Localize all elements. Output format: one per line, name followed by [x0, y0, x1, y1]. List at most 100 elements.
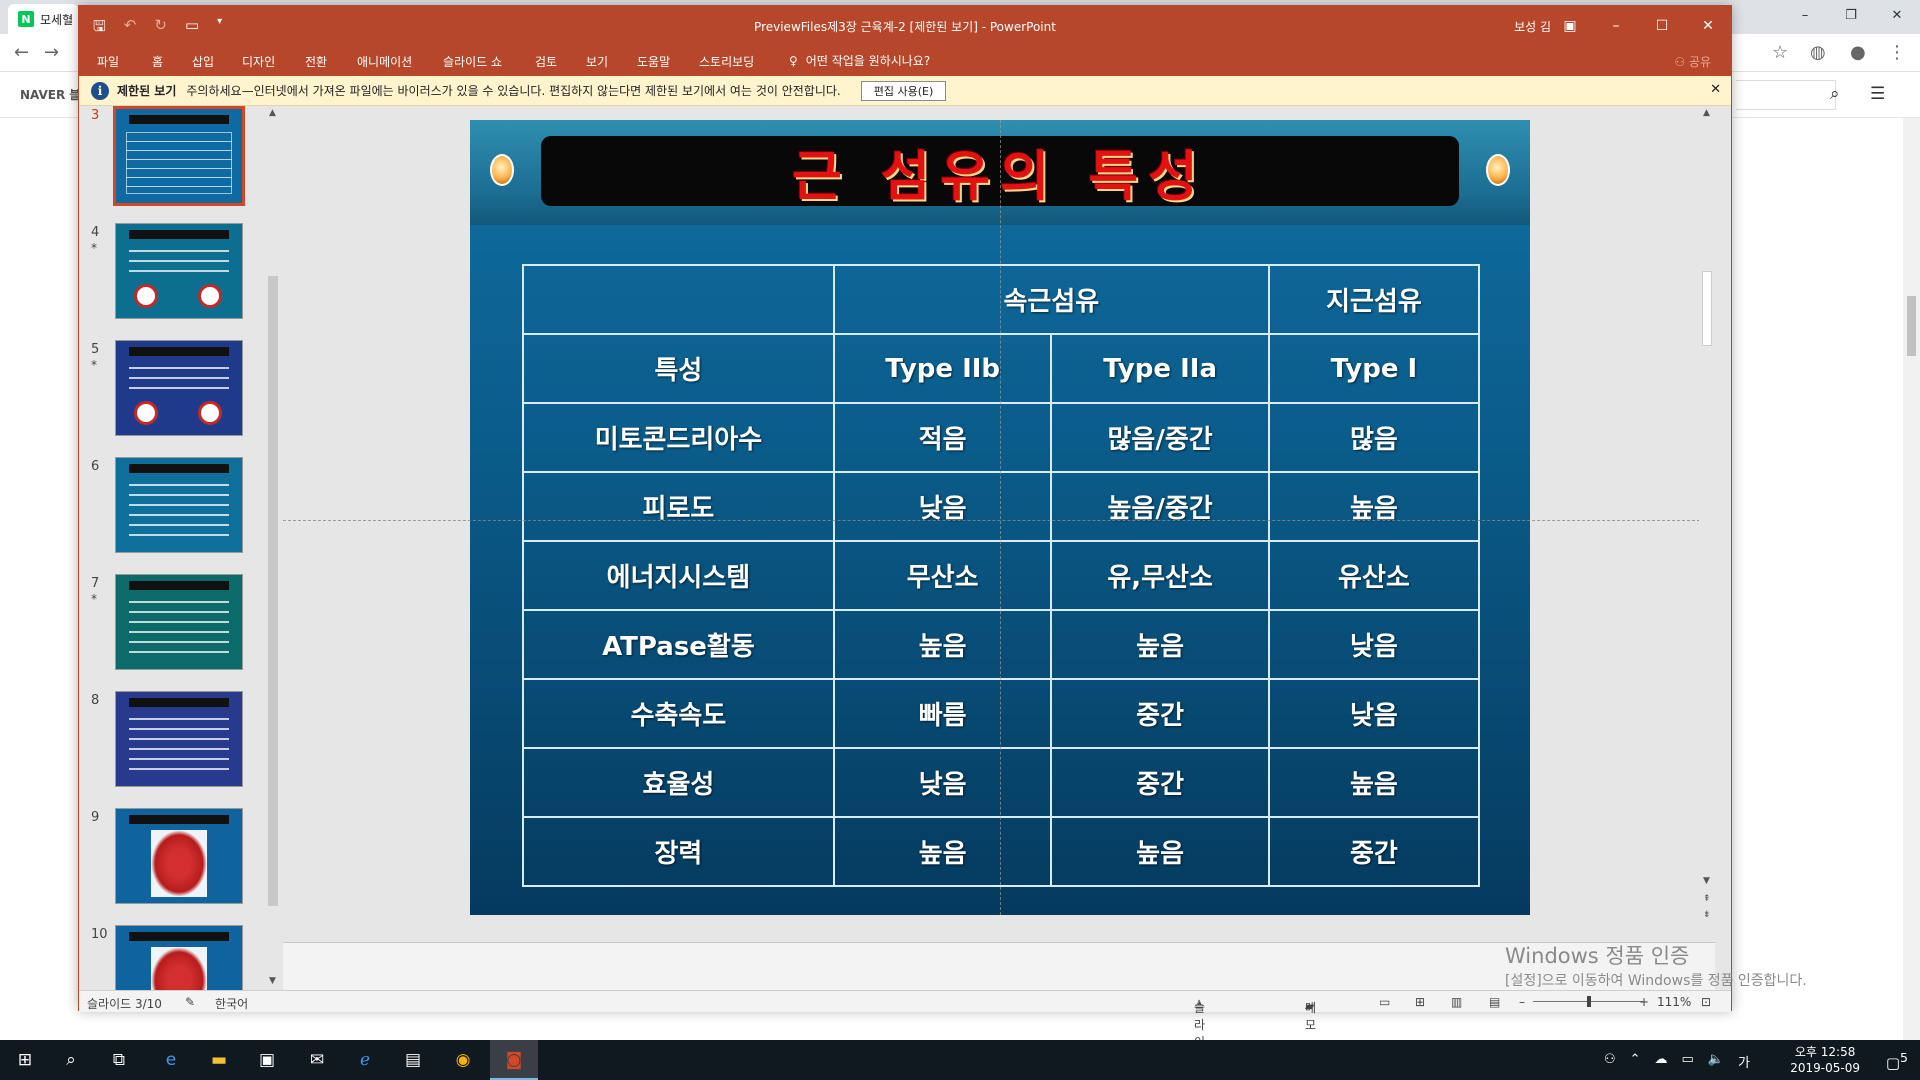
search-icon[interactable]: ⌕	[1830, 84, 1840, 104]
table-cell: 중간	[1267, 816, 1481, 887]
tab-design[interactable]: 디자인	[242, 53, 275, 70]
slide-thumbnail[interactable]	[115, 691, 243, 787]
show-hidden-icons-icon[interactable]: ⌃	[1630, 1052, 1641, 1071]
previous-slide-icon[interactable]: ⇞	[1703, 894, 1711, 904]
ime-indicator[interactable]: 가	[1738, 1052, 1750, 1071]
page-scrollbar[interactable]	[1903, 118, 1920, 1040]
fit-to-window-icon[interactable]: ⊡	[1701, 995, 1711, 1009]
notepad-icon[interactable]: ▤	[400, 1048, 426, 1072]
close-button[interactable]: ✕	[1685, 6, 1731, 46]
close-message-icon[interactable]: ✕	[1710, 82, 1721, 97]
thumbnail-text-lines	[128, 601, 230, 658]
slide-thumbnail[interactable]	[115, 808, 243, 904]
naver-search-box[interactable]	[1736, 80, 1836, 110]
system-tray: ⚇ ⌃ ☁ ▭ 🔈 가	[1604, 1052, 1750, 1071]
vertical-guide[interactable]	[1000, 120, 1001, 915]
chrome-icon[interactable]: ◉	[450, 1048, 476, 1072]
network-icon[interactable]: ▭	[1682, 1052, 1694, 1071]
mail-icon[interactable]: ✉	[304, 1048, 330, 1072]
user-name[interactable]: 보성 김	[1514, 18, 1551, 35]
powerpoint-taskbar-button[interactable]: ◙	[490, 1040, 538, 1080]
scroll-up-icon[interactable]: ▲	[1703, 108, 1710, 118]
hamburger-menu-icon[interactable]: ☰	[1870, 84, 1885, 104]
tab-view[interactable]: 보기	[586, 53, 608, 70]
volume-icon[interactable]: 🔈	[1708, 1052, 1724, 1071]
thumbnails-scroll-down-icon[interactable]: ▼	[269, 976, 276, 986]
tab-slideshow[interactable]: 슬라이드 쇼	[443, 53, 502, 70]
slideshow-view-icon[interactable]: ▤	[1489, 995, 1500, 1009]
store-icon[interactable]: ▣	[254, 1048, 280, 1072]
tab-insert[interactable]: 삽입	[192, 53, 214, 70]
onedrive-icon[interactable]: ☁	[1655, 1052, 1668, 1071]
edge-icon[interactable]: e	[158, 1048, 184, 1072]
tab-animations[interactable]: 애니메이션	[357, 53, 412, 70]
taskbar: ⊞ ⌕ ⧉ e ▬ ▣ ✉ ℯ ▤ ◉ ◙ ⚇ ⌃ ☁ ▭ 🔈 가 오후 12:…	[0, 1040, 1920, 1080]
table-row: 피로도 낮음 높음/중간 높음	[522, 471, 1481, 542]
thumbnails-scrollbar[interactable]: ▲ ▼	[265, 106, 281, 990]
search-icon[interactable]: ⌕	[58, 1048, 84, 1072]
tell-me-box[interactable]: ♀ 어떤 작업을 원하시나요?	[789, 52, 930, 69]
slide-thumbnail[interactable]	[115, 340, 243, 436]
horizontal-guide[interactable]	[283, 520, 1715, 521]
profile-icon[interactable]: ●	[1850, 42, 1866, 63]
clock[interactable]: 오후 12:58 2019-05-09	[1790, 1044, 1860, 1076]
slide-thumbnail[interactable]	[115, 925, 243, 990]
globe-icon[interactable]: ◍	[1810, 42, 1826, 63]
thumbnail-title-bar	[128, 931, 230, 942]
task-view-icon[interactable]: ⧉	[106, 1048, 132, 1072]
tab-file[interactable]: 파일	[97, 53, 119, 70]
share-button[interactable]: ⚇ 공유	[1674, 53, 1711, 70]
slide-scrollbar-thumb[interactable]	[1702, 271, 1712, 346]
table-cell: 특성	[522, 333, 835, 404]
next-slide-icon[interactable]: ⇟	[1703, 910, 1711, 920]
forward-icon[interactable]: →	[44, 42, 59, 63]
zoom-out-icon[interactable]: –	[1519, 995, 1525, 1009]
zoom-slider-knob[interactable]	[1587, 996, 1591, 1007]
zoom-level[interactable]: 111%	[1657, 995, 1691, 1009]
back-icon[interactable]: ←	[14, 42, 29, 63]
table-cell: 높음	[1050, 609, 1270, 680]
notes-pane[interactable]	[283, 942, 1715, 990]
maximize-button[interactable]: ☐	[1639, 6, 1685, 46]
ribbon-display-options-icon[interactable]: ▣	[1547, 6, 1593, 46]
zoom-in-icon[interactable]: +	[1639, 995, 1649, 1009]
tab-review[interactable]: 검토	[535, 53, 557, 70]
tab-help[interactable]: 도움말	[637, 53, 670, 70]
browser-close-button[interactable]: ✕	[1874, 0, 1920, 30]
slide-canvas[interactable]: 근 섬유의 특성 속근섬유 지근섬유 특성 Type IIb Type IIa	[470, 120, 1530, 915]
bookmark-star-icon[interactable]: ☆	[1772, 42, 1788, 63]
menu-dots-icon[interactable]: ⋮	[1888, 42, 1906, 63]
slide-thumbnail[interactable]	[115, 574, 243, 670]
enable-editing-button[interactable]: 편집 사용(E)	[860, 80, 947, 101]
slide-thumbnail[interactable]	[113, 106, 245, 206]
file-explorer-icon[interactable]: ▬	[206, 1048, 232, 1072]
normal-view-icon[interactable]: ▭	[1379, 995, 1390, 1009]
browser-restore-button[interactable]: ❐	[1828, 0, 1874, 30]
page-scrollbar-thumb[interactable]	[1907, 296, 1916, 356]
tab-home[interactable]: 홈	[152, 53, 163, 70]
slide-position: 슬라이드 3/10	[87, 997, 162, 1011]
table-cell: 많음	[1267, 402, 1481, 473]
tab-transitions[interactable]: 전환	[305, 53, 327, 70]
slide-scrollbar[interactable]: ▲ ▼ ⇞ ⇟	[1699, 106, 1715, 942]
tab-storyboarding[interactable]: 스토리보딩	[699, 53, 754, 70]
notification-center-icon[interactable]: ▢5	[1886, 1050, 1908, 1072]
spellcheck-icon[interactable]: ✎	[185, 995, 195, 1009]
slide-sorter-icon[interactable]: ⊞	[1415, 995, 1425, 1009]
scroll-down-icon[interactable]: ▼	[1703, 876, 1710, 886]
slide-thumbnail[interactable]	[115, 457, 243, 553]
thumbnails-scroll-up-icon[interactable]: ▲	[269, 108, 276, 118]
people-icon[interactable]: ⚇	[1604, 1052, 1616, 1071]
thumbnails-scrollbar-thumb[interactable]	[268, 276, 278, 906]
fiber-characteristics-table: 속근섬유 지근섬유 특성 Type IIb Type IIa Type I 미토…	[522, 264, 1481, 887]
thumbnail-title-bar	[128, 114, 230, 125]
slide-thumbnail[interactable]	[115, 223, 243, 319]
minimize-button[interactable]: –	[1593, 6, 1639, 46]
internet-explorer-icon[interactable]: ℯ	[352, 1048, 378, 1072]
language-label[interactable]: 한국어	[215, 995, 248, 1012]
table-cell: 높음	[832, 816, 1053, 887]
reading-view-icon[interactable]: ▥	[1451, 995, 1462, 1009]
windows-start-icon[interactable]: ⊞	[12, 1048, 38, 1072]
browser-tab[interactable]: N 모세혈	[8, 4, 78, 34]
browser-minimize-button[interactable]: –	[1782, 0, 1828, 30]
